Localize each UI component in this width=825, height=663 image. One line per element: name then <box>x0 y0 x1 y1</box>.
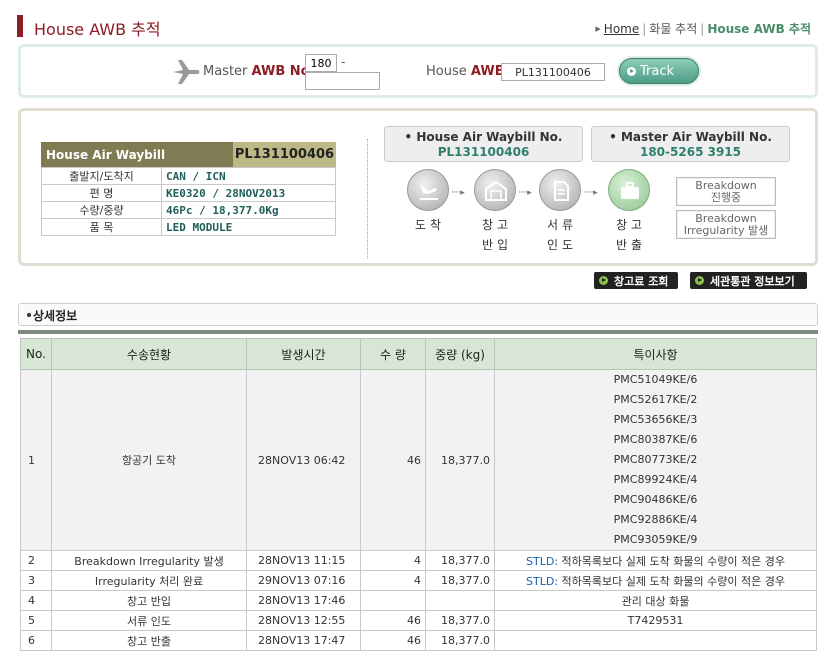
play-circle-icon <box>627 67 636 76</box>
step-arrival: 도착 <box>406 169 450 235</box>
col-header-weight: 중량 (kg) <box>425 338 495 370</box>
breadcrumb-current: House AWB 추적 <box>707 22 811 36</box>
uld-item: PMC93059KE/9 <box>613 533 698 546</box>
page-header: House AWB 추적 ▶ Home | 화물 추적 | House AWB 추적 <box>17 15 817 41</box>
uld-item: PMC92886KE/4 <box>613 513 698 526</box>
stld-code: STLD: <box>526 554 559 568</box>
uld-item: PMC80387KE/6 <box>613 433 698 446</box>
house-awb-number-box: • House Air Waybill No. PL131100406 <box>384 126 583 162</box>
step-doc-delivery: 서류 인도 <box>538 169 582 255</box>
info-row: 출발지/도착지 CAN / ICN <box>41 167 336 185</box>
stld-code: STLD: <box>526 574 559 588</box>
uld-item: PMC53656KE/3 <box>613 413 698 426</box>
breadcrumb-separator: | <box>700 22 705 36</box>
uld-item: PMC51049KE/6 <box>613 373 698 386</box>
plane-landing-icon <box>407 169 449 211</box>
uld-list: PMC51049KE/6 PMC52617KE/2 PMC53656KE/3 P… <box>494 369 817 551</box>
breadcrumb: ▶ Home | 화물 추적 | House AWB 추적 <box>595 20 811 37</box>
table-row: 3 Irregularity 처리 완료 29NOV13 07:16 4 18,… <box>20 570 817 591</box>
detail-title: 상세정보 <box>33 309 78 323</box>
house-awb-input[interactable] <box>501 63 605 81</box>
table-row: 5 서류 인도 28NOV13 12:55 46 18,377.0 T74295… <box>20 610 817 631</box>
customs-info-button[interactable]: 세관통관 정보보기 <box>690 272 807 289</box>
master-awb-prefix-input[interactable] <box>305 54 337 72</box>
uld-item: PMC80773KE/2 <box>613 453 698 466</box>
search-panel: Master AWB No. - House AWB Track <box>18 44 818 98</box>
col-header-remark: 특이사항 <box>494 338 817 370</box>
step-arrow: ·····▸ <box>518 188 532 198</box>
info-row: 수량/중량 46Pc / 18,377.0Kg <box>41 201 336 219</box>
bullet-icon <box>27 313 31 317</box>
table-row: 6 창고 반출 28NOV13 17:47 46 18,377.0 <box>20 630 817 651</box>
uld-item: PMC52617KE/2 <box>613 393 698 406</box>
breadcrumb-cargo-tracking[interactable]: 화물 추적 <box>649 22 697 36</box>
awb-dash: - <box>341 55 346 69</box>
breadcrumb-separator: | <box>642 22 647 36</box>
uld-item: PMC90486KE/6 <box>613 493 698 506</box>
table-row: 4 창고 반입 28NOV13 17:46 관리 대상 화물 <box>20 590 817 611</box>
step-warehouse-in: 창고 반입 <box>473 169 517 255</box>
awb-summary-panel: House Air Waybill PL131100406 출발지/도착지 CAN… <box>18 108 818 266</box>
hawb-info-table: 출발지/도착지 CAN / ICN 편 명 KE0320 / 28NOV2013 수… <box>41 167 336 236</box>
hawb-header: House Air Waybill PL131100406 <box>41 142 336 167</box>
breadcrumb-arrow-icon: ▶ <box>595 25 601 33</box>
detail-section-header: 상세정보 <box>18 303 818 326</box>
master-awb-number-input[interactable] <box>305 72 380 90</box>
breadcrumb-home-link[interactable]: Home <box>604 22 639 36</box>
step-arrow: ·····▸ <box>451 188 465 198</box>
warehouse-fee-button[interactable]: 창고료 조회 <box>594 272 678 289</box>
play-circle-icon <box>695 276 704 285</box>
table-row: 1 항공기 도착 28NOV13 06:42 46 18,377.0 PMC51… <box>20 369 817 551</box>
house-awb-label: House AWB <box>426 64 505 79</box>
page-title: House AWB 추적 <box>34 20 161 39</box>
play-circle-icon <box>599 276 608 285</box>
briefcase-icon <box>608 169 650 211</box>
table-row: 2 Breakdown Irregularity 발생 28NOV13 11:1… <box>20 550 817 571</box>
divider <box>367 139 368 259</box>
hawb-title: House Air Waybill <box>46 148 166 162</box>
table-header-row: No. 수송현황 발생시간 수 량 중량 (kg) 특이사항 <box>20 338 817 370</box>
info-row: 품 목 LED MODULE <box>41 218 336 236</box>
breakdown-in-progress-badge: Breakdown 진행중 <box>676 177 776 206</box>
col-header-time: 발생시간 <box>246 338 361 370</box>
col-header-no: No. <box>20 338 52 370</box>
document-icon <box>539 169 581 211</box>
detail-rule <box>18 330 818 334</box>
title-accent-bar <box>17 15 23 37</box>
step-arrow: ·····▸ <box>584 188 598 198</box>
airplane-icon <box>173 60 200 84</box>
breakdown-irregularity-badge: Breakdown Irregularity 발생 <box>676 210 776 239</box>
step-warehouse-out: 창고 반출 <box>607 169 651 255</box>
master-awb-label: Master AWB No. <box>203 64 315 79</box>
col-header-status: 수송현황 <box>51 338 247 370</box>
track-button[interactable]: Track <box>619 58 699 84</box>
uld-item: PMC89924KE/4 <box>613 473 698 486</box>
info-row: 편 명 KE0320 / 28NOV2013 <box>41 184 336 202</box>
master-awb-number-box: • Master Air Waybill No. 180-5265 3915 <box>591 126 790 162</box>
tracking-detail-table: No. 수송현황 발생시간 수 량 중량 (kg) 특이사항 1 항공기 도착 … <box>20 338 817 651</box>
hawb-number: PL131100406 <box>233 142 336 167</box>
col-header-qty: 수 량 <box>360 338 426 370</box>
warehouse-icon <box>474 169 516 211</box>
